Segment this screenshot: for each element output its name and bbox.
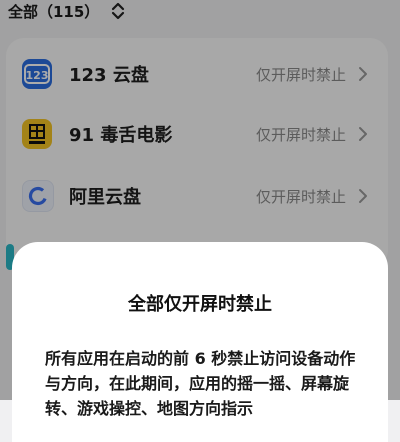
dialog-title: 全部仅开屏时禁止 xyxy=(128,294,272,315)
confirm-dialog: 全部仅开屏时禁止 所有应用在启动的前 6 秒禁止访问设备动作与方向，在此期间，应… xyxy=(12,242,388,442)
dialog-description: 所有应用在启动的前 6 秒禁止访问设备动作与方向，在此期间，应用的摇一摇、屏幕旋… xyxy=(45,349,356,418)
